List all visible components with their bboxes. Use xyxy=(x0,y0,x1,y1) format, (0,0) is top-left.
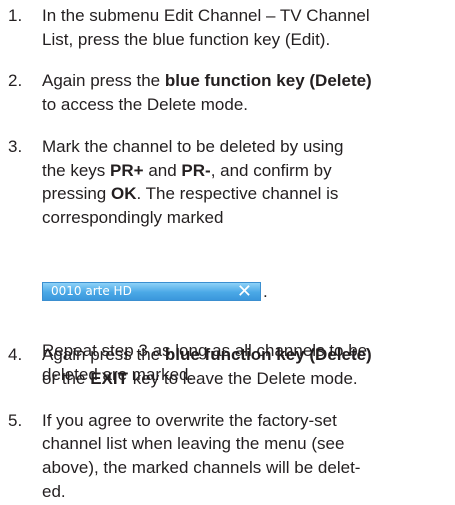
step-text: channel list when leaving the menu (see xyxy=(42,430,344,457)
step-text: above), the marked channels will be dele… xyxy=(42,454,360,481)
step-text: to access the Delete mode. xyxy=(42,91,248,118)
step-text: correspondingly marked xyxy=(42,204,223,231)
step-text: or the EXIT key to leave the Delete mode… xyxy=(42,365,358,392)
text-run: pressing xyxy=(42,184,111,203)
text-run: above), the marked channels will be dele… xyxy=(42,458,361,477)
step-number: 3. xyxy=(8,137,23,156)
step-text: Again press the blue function key (Delet… xyxy=(42,341,372,368)
text-run: Mark the channel to be deleted by using xyxy=(42,137,344,156)
step-text: ed. xyxy=(42,478,66,505)
step-number: 2. xyxy=(8,71,23,90)
step-number: 1. xyxy=(8,6,23,25)
text-run: , and confirm by xyxy=(210,161,332,180)
text-run: List, press the blue function key (Edit)… xyxy=(42,30,331,49)
close-x-icon: ✕ xyxy=(236,281,252,302)
text-run: correspondingly marked xyxy=(42,208,224,227)
step-text: Mark the channel to be deleted by using xyxy=(42,133,343,160)
bold-key-text: PR- xyxy=(181,161,211,180)
bold-key-text: blue function key (Delete) xyxy=(164,345,372,364)
text-run: Again press the xyxy=(42,71,165,90)
channel-name-label: 0010 arte HD xyxy=(51,284,132,298)
step-text: Again press the blue function key (Delet… xyxy=(42,67,372,94)
text-run: ed. xyxy=(42,482,66,501)
step-number: 5. xyxy=(8,411,23,430)
text-run: If you agree to overwrite the factory-se… xyxy=(42,411,337,430)
marked-channel-bar: 0010 arte HD ✕ xyxy=(42,282,261,301)
text-run: In the submenu Edit Channel – TV Channel xyxy=(42,6,370,25)
step-text: pressing OK. The respective channel is xyxy=(42,180,338,207)
text-run: the keys xyxy=(42,161,111,180)
step-number: 4. xyxy=(8,345,23,364)
text-run: Again press the xyxy=(42,345,165,364)
bold-key-text: blue function key (Delete) xyxy=(164,71,372,90)
bold-key-text: EXIT xyxy=(90,369,128,388)
sentence-period: . xyxy=(263,282,268,301)
text-run: or the xyxy=(42,369,91,388)
text-run: channel list when leaving the menu (see xyxy=(42,434,345,453)
text-run: . The respective channel is xyxy=(136,184,339,203)
bold-key-text: OK xyxy=(110,184,137,203)
text-run: and xyxy=(143,161,182,180)
step-text: List, press the blue function key (Edit)… xyxy=(42,26,330,53)
bold-key-text: PR+ xyxy=(110,161,144,180)
text-run: key to leave the Delete mode. xyxy=(128,369,358,388)
text-run: to access the Delete mode. xyxy=(42,95,249,114)
instruction-list: 1. In the submenu Edit Channel – TV Chann… xyxy=(0,0,455,501)
step-text: In the submenu Edit Channel – TV Channel xyxy=(42,2,370,29)
